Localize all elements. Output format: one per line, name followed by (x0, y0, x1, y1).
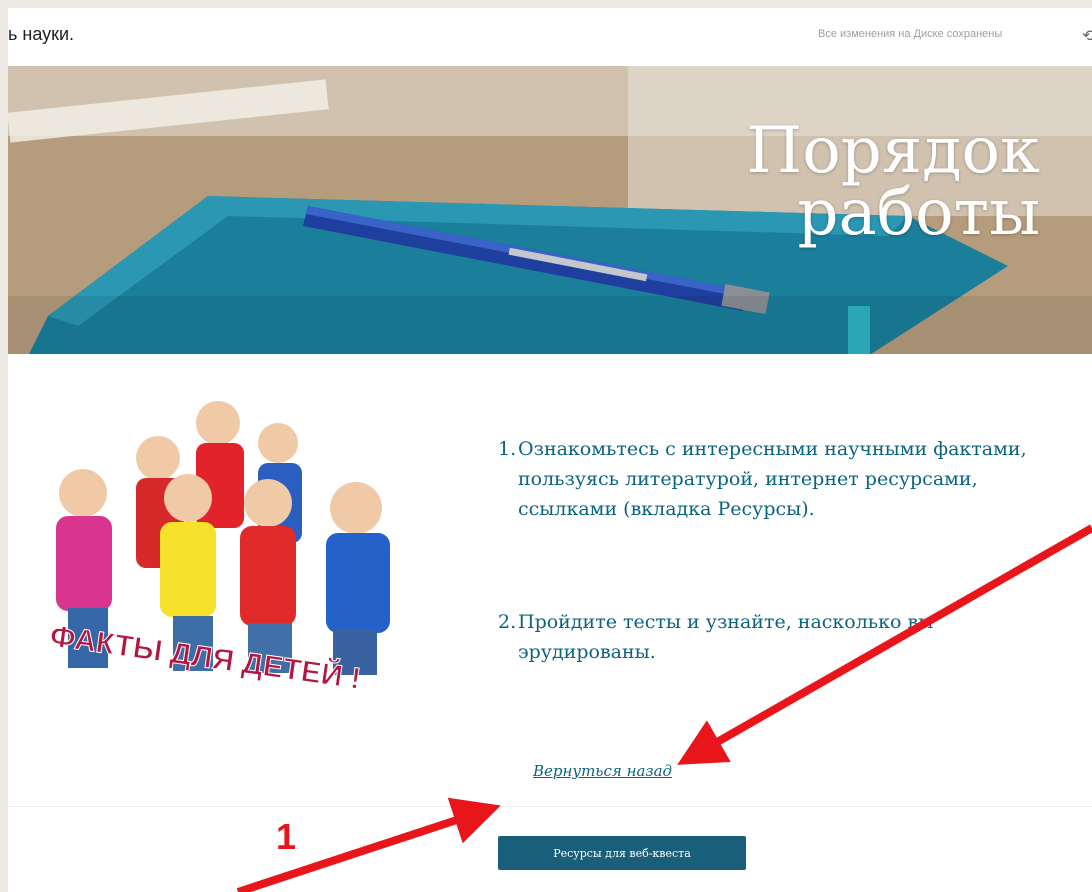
header-banner: Порядок работы (8, 66, 1092, 354)
page-frame: ь науки. Все изменения на Диске сохранен… (8, 8, 1092, 892)
banner-title-line2: работы (797, 176, 1040, 250)
step-1-number: 1. (498, 438, 517, 460)
resources-button[interactable]: Ресурсы для веб-квеста (498, 836, 746, 870)
step-1: 1. Ознакомьтесь с интересными научными ф… (498, 434, 1058, 524)
arrow-to-resources-button (236, 797, 501, 892)
kids-thumbs-up-image: ФАКТЫ ДЛЯ ДЕТЕЙ ! (8, 368, 463, 718)
undo-icon[interactable]: ⟲ (1082, 26, 1092, 45)
document-title[interactable]: ь науки. (8, 24, 74, 45)
save-status: Все изменения на Диске сохранены (818, 28, 1003, 40)
back-link[interactable]: Вернуться назад (533, 762, 672, 780)
content-section: ФАКТЫ ДЛЯ ДЕТЕЙ ! 1. Ознакомьтесь с инте… (8, 354, 1092, 806)
step-1-text: Ознакомьтесь с интересными научными факт… (518, 438, 1027, 520)
step-2-number: 2. (498, 611, 517, 633)
step-2-text: Пройдите тесты и узнайте, насколько вы э… (518, 611, 934, 663)
annotation-number: 1 (276, 816, 297, 857)
step-2: 2. Пройдите тесты и узнайте, насколько в… (498, 607, 1058, 667)
banner-title: Порядок работы (620, 119, 1040, 245)
footer-divider (8, 806, 1092, 807)
top-bar: ь науки. Все изменения на Диске сохранен… (8, 8, 1092, 66)
